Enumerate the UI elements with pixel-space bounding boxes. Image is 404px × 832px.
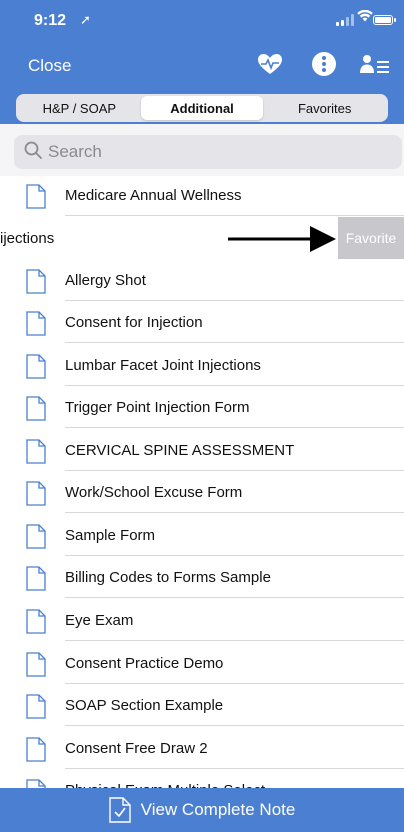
tab-additional[interactable]: Additional xyxy=(140,96,264,120)
row-divider xyxy=(65,427,404,428)
list-item[interactable]: Trigger Point Injection Form xyxy=(0,386,404,428)
list-item[interactable]: Allergy Shot xyxy=(0,259,404,301)
row-divider xyxy=(65,597,404,598)
swiped-row[interactable]: ijections Favorite xyxy=(0,217,404,259)
list-item-label: Lumbar Facet Joint Injections xyxy=(65,356,261,374)
more-options-icon[interactable] xyxy=(310,51,338,77)
document-icon xyxy=(26,481,46,506)
list-item[interactable]: Billing Codes to Forms Sample xyxy=(0,556,404,598)
document-icon xyxy=(26,694,46,719)
row-divider xyxy=(65,512,404,513)
list-item-label: Trigger Point Injection Form xyxy=(65,398,250,416)
search-area xyxy=(0,124,404,176)
list-item-label: Allergy Shot xyxy=(65,271,146,289)
heart-pulse-icon[interactable] xyxy=(256,51,284,77)
document-icon xyxy=(26,566,46,591)
document-icon xyxy=(26,396,46,421)
list-item-label: Medicare Annual Wellness xyxy=(65,186,242,204)
close-button[interactable]: Close xyxy=(28,56,71,76)
row-divider xyxy=(65,640,404,641)
location-arrow-icon: ➚ xyxy=(80,12,91,27)
document-icon xyxy=(26,354,46,379)
document-icon xyxy=(26,311,46,336)
document-icon xyxy=(26,184,46,209)
nav-bar: Close xyxy=(0,40,404,88)
list-item[interactable]: SOAP Section Example xyxy=(0,684,404,726)
swiped-row-label: ijections xyxy=(0,230,55,247)
pointer-arrow-icon xyxy=(228,226,336,252)
battery-icon xyxy=(373,15,396,25)
status-time: 9:12 xyxy=(34,12,67,29)
document-icon xyxy=(26,737,46,762)
list-item[interactable]: Medicare Annual Wellness xyxy=(0,174,404,216)
row-divider xyxy=(65,725,404,726)
list-item[interactable]: Consent Free Draw 2 xyxy=(0,727,404,769)
note-check-icon xyxy=(108,797,131,823)
status-bar: 9:12 ➚ xyxy=(0,0,404,40)
row-divider xyxy=(65,342,404,343)
header-bar: 9:12 ➚ Close H&P / SOAP Additional Favor… xyxy=(0,0,404,124)
list-item-label: Consent for Injection xyxy=(65,313,203,331)
list-item-label: Consent Practice Demo xyxy=(65,654,224,672)
view-complete-note-button[interactable]: View Complete Note xyxy=(0,788,404,832)
document-icon xyxy=(26,269,46,294)
list-item-label: CERVICAL SPINE ASSESSMENT xyxy=(65,441,295,459)
list-item[interactable]: Eye Exam xyxy=(0,599,404,641)
user-list-icon[interactable] xyxy=(360,51,390,77)
search-field[interactable] xyxy=(14,135,402,169)
list-item-label: Work/School Excuse Form xyxy=(65,483,243,501)
list-item[interactable]: Consent Practice Demo xyxy=(0,642,404,684)
document-icon xyxy=(26,524,46,549)
list-item-label: Consent Free Draw 2 xyxy=(65,739,208,757)
favorite-button[interactable]: Favorite xyxy=(338,217,404,259)
wifi-icon xyxy=(357,9,373,26)
list-item-label: Eye Exam xyxy=(65,611,134,629)
list-item[interactable]: Lumbar Facet Joint Injections xyxy=(0,344,404,386)
row-divider xyxy=(65,215,404,216)
list-item-label: SOAP Section Example xyxy=(65,696,224,714)
list-item-label: Sample Form xyxy=(65,526,156,544)
document-icon xyxy=(26,652,46,677)
view-complete-note-label: View Complete Note xyxy=(140,800,296,819)
list-item[interactable]: Work/School Excuse Form xyxy=(0,471,404,513)
list-item[interactable]: CERVICAL SPINE ASSESSMENT xyxy=(0,429,404,471)
search-input[interactable] xyxy=(48,142,368,162)
list-item[interactable]: Consent for Injection xyxy=(0,301,404,343)
tab-bar: H&P / SOAP Additional Favorites xyxy=(16,94,388,122)
list-item[interactable]: Sample Form xyxy=(0,514,404,556)
cellular-signal-icon xyxy=(336,14,354,26)
tab-hp-soap[interactable]: H&P / SOAP xyxy=(18,96,141,120)
list-item-label: Billing Codes to Forms Sample xyxy=(65,568,271,586)
document-icon xyxy=(26,439,46,464)
document-icon xyxy=(26,609,46,634)
search-icon xyxy=(24,141,42,164)
tab-favorites[interactable]: Favorites xyxy=(263,96,386,120)
